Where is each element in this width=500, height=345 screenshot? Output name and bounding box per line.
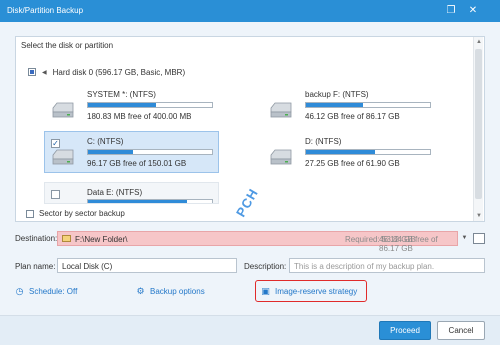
disk-checkbox[interactable] — [28, 68, 36, 76]
hard-drive-icon — [52, 102, 74, 118]
usage-bar — [305, 149, 431, 155]
usage-bar — [305, 102, 431, 108]
schedule-label: Schedule: Off — [29, 287, 78, 296]
sector-by-sector-option[interactable]: Sector by sector backup — [21, 209, 125, 218]
description-input[interactable]: This is a description of my backup plan. — [289, 258, 485, 273]
partition-name: C: (NTFS) — [87, 137, 124, 146]
partition-checkbox[interactable] — [51, 190, 60, 199]
partition-name: Data E: (NTFS) — [87, 188, 143, 197]
hard-drive-icon — [270, 149, 292, 165]
destination-label: Destination: — [15, 234, 58, 243]
partition-d[interactable]: D: (NTFS) 27.25 GB free of 61.90 GB — [262, 131, 437, 173]
description-label: Description: — [244, 262, 287, 271]
usage-bar — [87, 102, 213, 108]
partition-c[interactable]: ✓ C: (NTFS) 96.17 GB free of 150.01 GB — [44, 131, 219, 173]
highlight-annotation — [255, 280, 367, 302]
partition-name: SYSTEM *: (NTFS) — [87, 90, 156, 99]
chevron-down-icon[interactable]: ▼ — [460, 233, 469, 244]
usage-bar — [87, 149, 213, 155]
partition-name: backup F: (NTFS) — [305, 90, 369, 99]
backup-options-label: Backup options — [150, 287, 205, 296]
browse-folder-button[interactable] — [473, 233, 485, 244]
partition-free: 27.25 GB free of 61.90 GB — [305, 159, 400, 168]
description-placeholder: This is a description of my backup plan. — [294, 262, 435, 271]
window-title: Disk/Partition Backup — [7, 6, 84, 15]
hard-drive-icon — [52, 149, 74, 165]
cancel-button[interactable]: Cancel — [437, 321, 485, 340]
usage-bar — [87, 199, 213, 203]
plan-name-label: Plan name: — [15, 262, 56, 271]
partition-name: D: (NTFS) — [305, 137, 342, 146]
disk-label: Hard disk 0 (596.17 GB, Basic, MBR) — [52, 67, 186, 77]
partition-backup-f[interactable]: backup F: (NTFS) 46.12 GB free of 86.17 … — [262, 84, 437, 126]
partition-system[interactable]: SYSTEM *: (NTFS) 180.83 MB free of 400.0… — [44, 84, 219, 126]
title-bar: Disk/Partition Backup ❐ ✕ — [0, 0, 500, 22]
destination-field[interactable]: F:\New Folder\ Required: 53.84 GB 46.12 … — [57, 231, 458, 253]
plan-name-input[interactable]: Local Disk (C) — [57, 258, 237, 273]
scroll-thumb[interactable] — [475, 49, 482, 199]
hard-drive-icon — [270, 102, 292, 118]
destination-free: 46.12 GB free of 86.17 GB — [379, 235, 438, 253]
folder-icon — [62, 235, 71, 242]
partition-free: 180.83 MB free of 400.00 MB — [87, 112, 192, 121]
gear-icon: ⚙ — [136, 286, 145, 296]
expand-arrow-icon[interactable]: ◀ — [42, 69, 47, 76]
close-icon[interactable]: ✕ — [466, 4, 480, 18]
sector-checkbox[interactable] — [26, 209, 34, 218]
partition-data-e[interactable]: Data E: (NTFS) — [44, 182, 219, 204]
panel-scrollbar[interactable]: ▲ ▼ — [473, 37, 483, 221]
scroll-down-icon[interactable]: ▼ — [474, 211, 484, 221]
scroll-up-icon[interactable]: ▲ — [474, 37, 484, 47]
sector-label: Sector by sector backup — [39, 209, 125, 218]
clock-icon: ◷ — [15, 286, 24, 296]
proceed-button[interactable]: Proceed — [379, 321, 431, 340]
panel-label: Select the disk or partition — [21, 41, 114, 50]
plan-name-value: Local Disk (C) — [62, 262, 113, 271]
partition-free: 46.12 GB free of 86.17 GB — [305, 112, 400, 121]
disk-header[interactable]: ◀ Hard disk 0 (596.17 GB, Basic, MBR) — [28, 66, 185, 78]
schedule-link[interactable]: ◷ Schedule: Off — [15, 286, 78, 297]
backup-options-link[interactable]: ⚙ Backup options — [136, 286, 205, 297]
destination-path: F:\New Folder\ — [75, 235, 128, 244]
partition-free: 96.17 GB free of 150.01 GB — [87, 159, 187, 168]
restore-icon[interactable]: ❐ — [444, 4, 458, 18]
partition-checkbox[interactable]: ✓ — [51, 139, 60, 148]
